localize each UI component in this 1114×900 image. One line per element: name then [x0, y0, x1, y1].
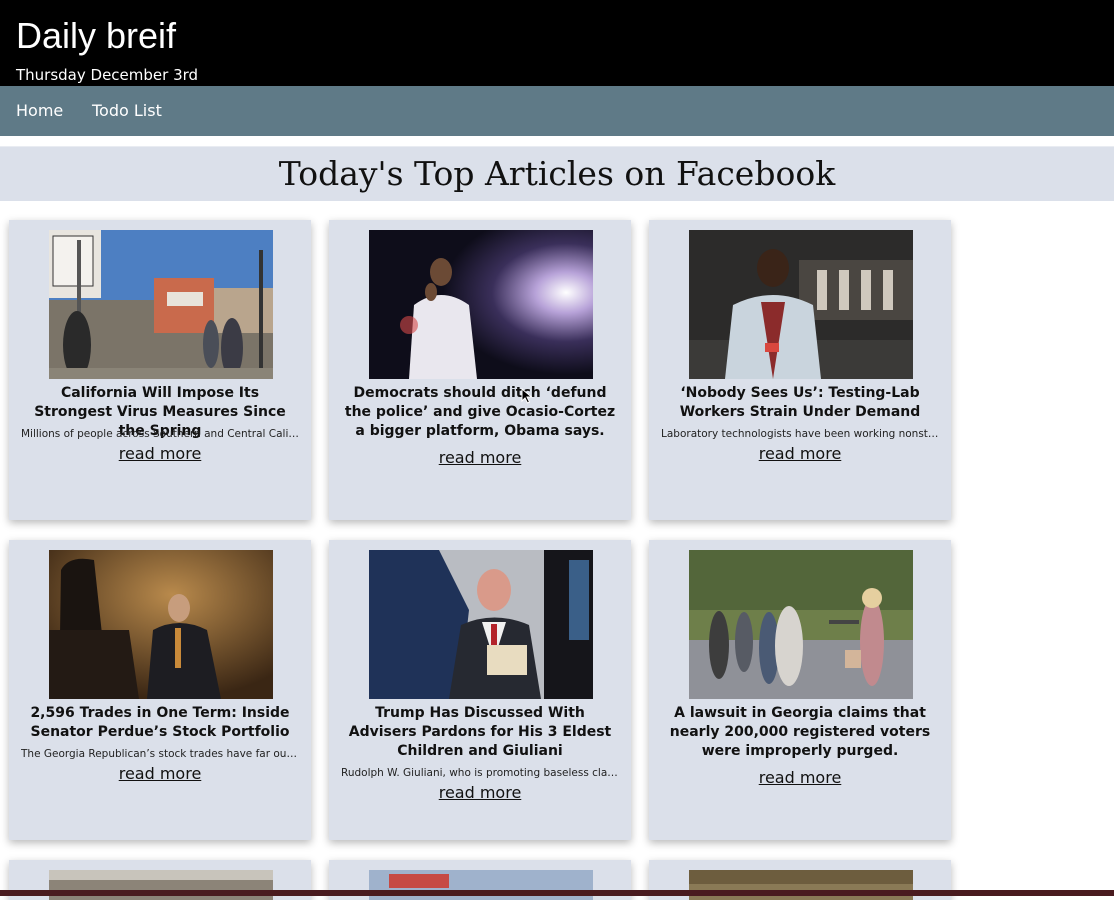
article-image[interactable] [689, 230, 913, 379]
article-description: Rudolph W. Giuliani, who is promoting ba… [341, 767, 619, 779]
article-image[interactable] [369, 550, 593, 699]
article-title: A lawsuit in Georgia claims that nearly … [669, 705, 931, 759]
section-title: Today's Top Articles on Facebook [278, 154, 836, 193]
article-title: ‘Nobody Sees Us’: Testing-Lab Workers St… [679, 385, 921, 420]
site-header: Daily breif Thursday December 3rd [0, 0, 1114, 86]
article-card: Trump Has Discussed With Advisers Pardon… [329, 540, 631, 840]
article-image[interactable] [49, 230, 273, 379]
article-title: 2,596 Trades in One Term: Inside Senator… [30, 705, 290, 740]
article-card: Democrats should ditch ‘defund the polic… [329, 220, 631, 520]
site-date: Thursday December 3rd [16, 66, 199, 84]
article-card: 2,596 Trades in One Term: Inside Senator… [9, 540, 311, 840]
section-title-bar: Today's Top Articles on Facebook [0, 146, 1114, 201]
article-image[interactable] [369, 230, 593, 379]
article-description: Millions of people across Southern and C… [21, 428, 299, 440]
article-description: Laboratory technologists have been worki… [661, 428, 939, 440]
article-image[interactable] [689, 550, 913, 699]
read-more-link[interactable]: read more [9, 444, 311, 464]
article-title: Democrats should ditch ‘defund the polic… [344, 385, 616, 439]
site-title: Daily breif [16, 15, 177, 56]
window-bottom-edge [0, 890, 1114, 896]
article-image[interactable] [49, 550, 273, 699]
article-card: California Will Impose Its Strongest Vir… [9, 220, 311, 520]
article-card: ‘Nobody Sees Us’: Testing-Lab Workers St… [649, 220, 951, 520]
nav-todo-list-link[interactable]: Todo List [92, 101, 162, 121]
read-more-link[interactable]: read more [329, 783, 631, 803]
article-card: A lawsuit in Georgia claims that nearly … [649, 540, 951, 840]
article-description: The Georgia Republican’s stock trades ha… [21, 748, 299, 760]
article-title: Trump Has Discussed With Advisers Pardon… [348, 705, 612, 759]
read-more-link[interactable]: read more [329, 448, 631, 468]
nav-home-link[interactable]: Home [16, 101, 63, 121]
read-more-link[interactable]: read more [649, 444, 951, 464]
mouse-pointer-icon [521, 388, 533, 404]
nav-bar: Home Todo List [0, 86, 1114, 136]
read-more-link[interactable]: read more [649, 768, 951, 788]
read-more-link[interactable]: read more [9, 764, 311, 784]
